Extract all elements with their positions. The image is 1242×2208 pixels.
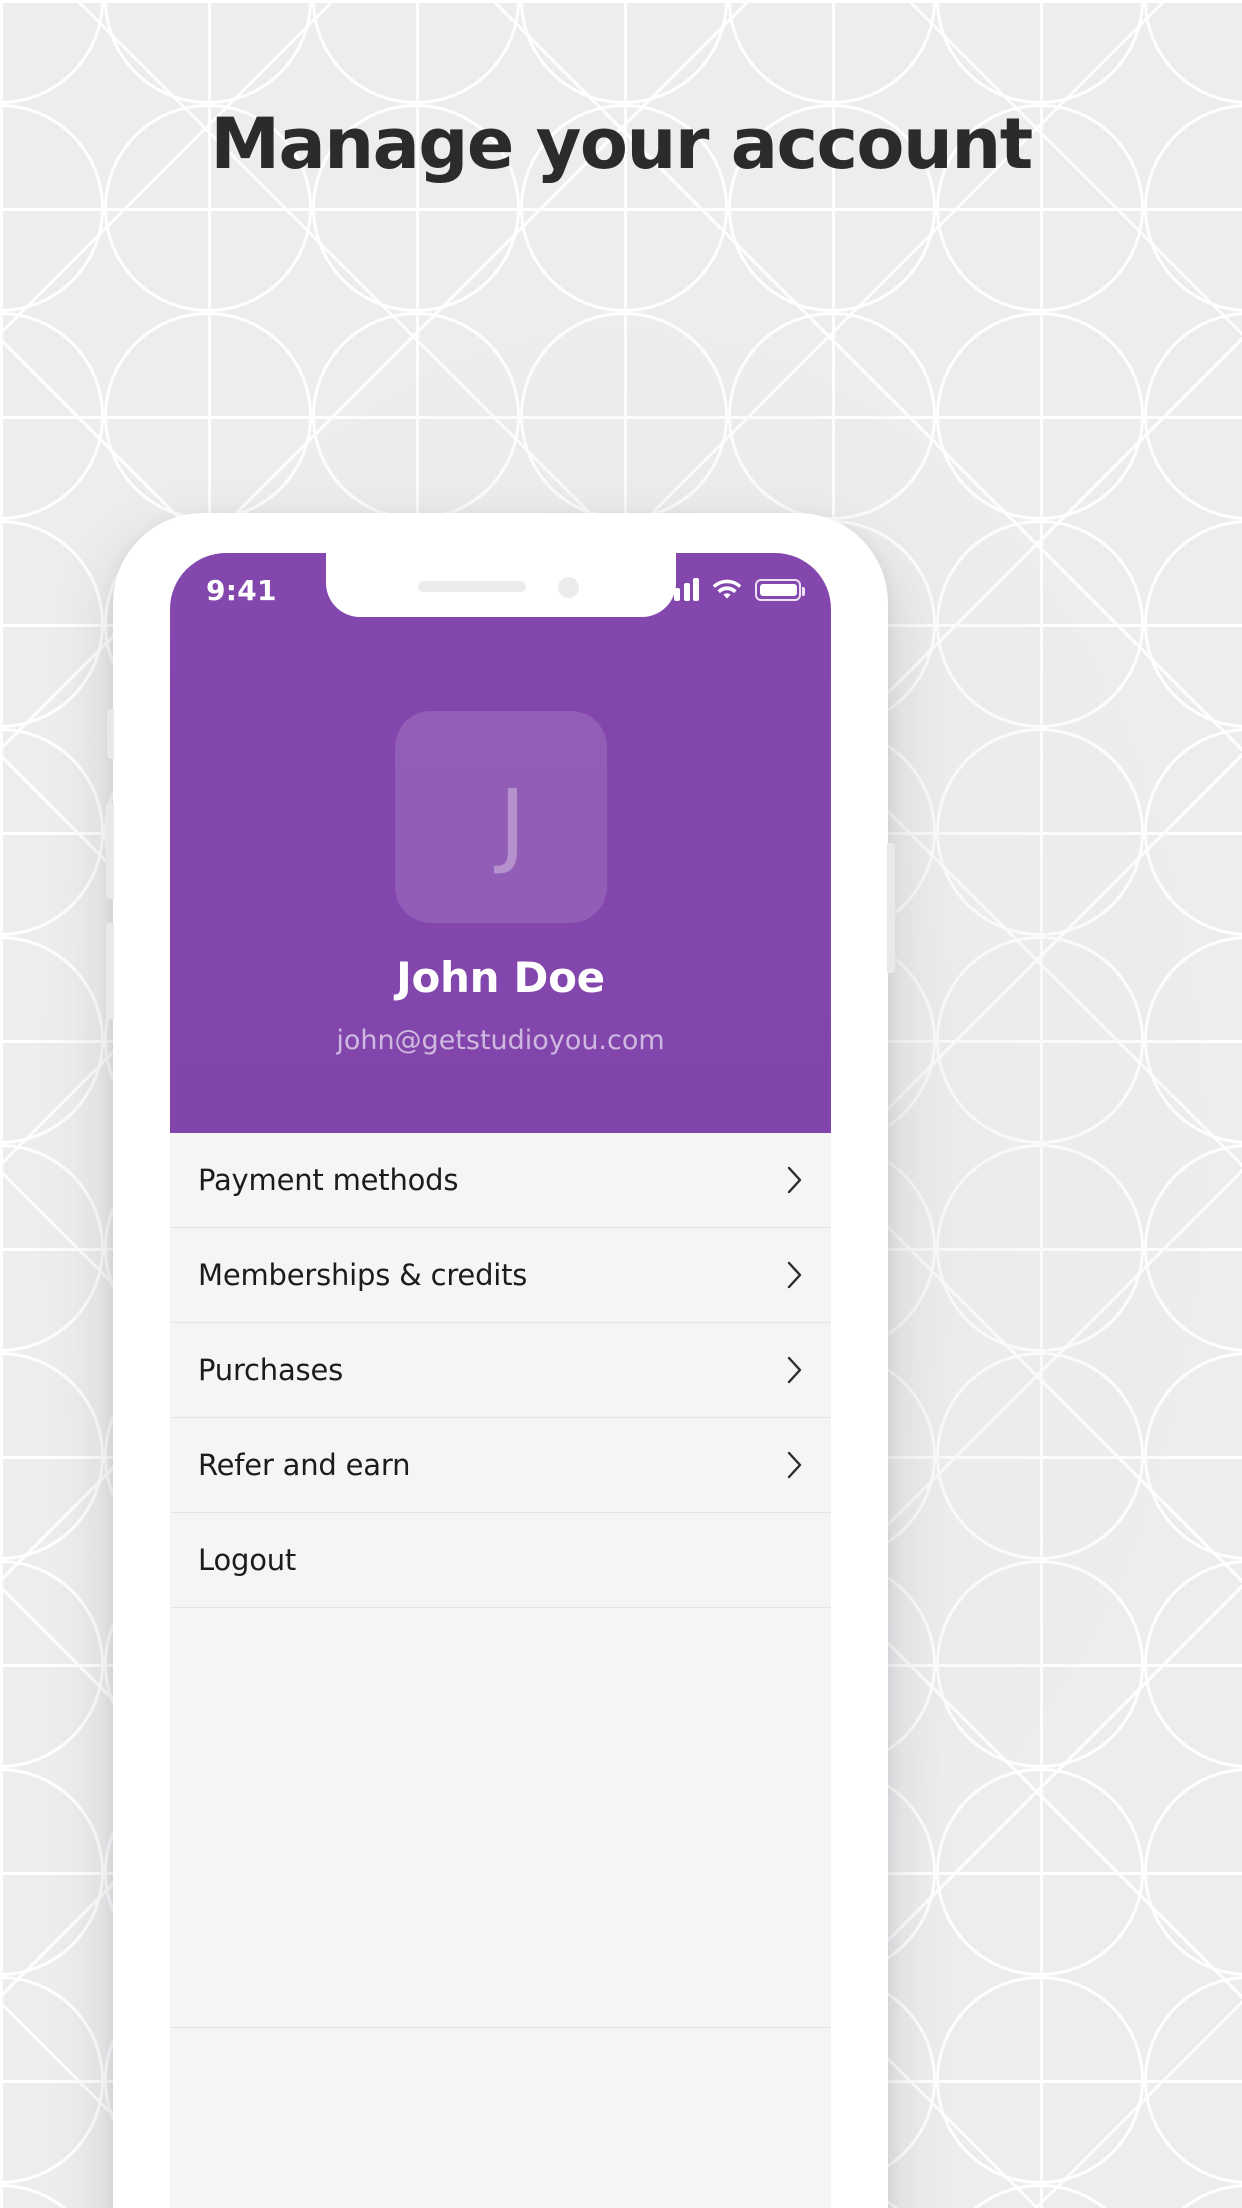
chevron-right-icon: [787, 1356, 802, 1384]
profile-name: John Doe: [396, 953, 605, 1002]
menu-empty-space: [170, 1608, 831, 2028]
menu-item-label: Purchases: [198, 1353, 343, 1387]
menu-item-refer-and-earn[interactable]: Refer and earn: [170, 1418, 831, 1513]
phone-volume-down-button[interactable]: [106, 923, 114, 1019]
avatar[interactable]: J: [394, 711, 607, 923]
menu-item-label: Logout: [198, 1543, 297, 1577]
status-bar-icons: [664, 578, 805, 601]
wifi-icon: [713, 579, 741, 599]
phone-power-button[interactable]: [887, 843, 895, 973]
phone-silent-switch[interactable]: [107, 709, 114, 759]
account-menu-list: Payment methods Memberships & credits Pu…: [170, 1133, 831, 2028]
cellular-signal-icon: [664, 578, 699, 601]
phone-mockup: 9:41 J John Doe john@getstudioyou.com Pa…: [106, 513, 895, 2208]
profile-header: 9:41 J John Doe john@getstudioyou.com: [170, 553, 831, 1133]
phone-volume-up-button[interactable]: [106, 803, 114, 899]
menu-item-memberships-credits[interactable]: Memberships & credits: [170, 1228, 831, 1323]
profile-email: john@getstudioyou.com: [336, 1025, 665, 1056]
status-bar-time: 9:41: [206, 573, 277, 607]
battery-full-icon: [755, 579, 805, 601]
status-bar: 9:41: [170, 553, 831, 617]
phone-screen: 9:41 J John Doe john@getstudioyou.com Pa…: [170, 553, 831, 2208]
menu-item-label: Refer and earn: [198, 1448, 411, 1482]
page-root: Manage your account 9:41 J John Doe john…: [0, 0, 1242, 2208]
menu-item-purchases[interactable]: Purchases: [170, 1323, 831, 1418]
chevron-right-icon: [787, 1166, 802, 1194]
avatar-initial: J: [498, 769, 527, 877]
menu-item-label: Payment methods: [198, 1163, 459, 1197]
menu-item-label: Memberships & credits: [198, 1258, 528, 1292]
page-title: Manage your account: [210, 103, 1033, 185]
chevron-right-icon: [787, 1261, 802, 1289]
menu-item-payment-methods[interactable]: Payment methods: [170, 1133, 831, 1228]
chevron-right-icon: [787, 1451, 802, 1479]
menu-item-logout[interactable]: Logout: [170, 1513, 831, 1608]
